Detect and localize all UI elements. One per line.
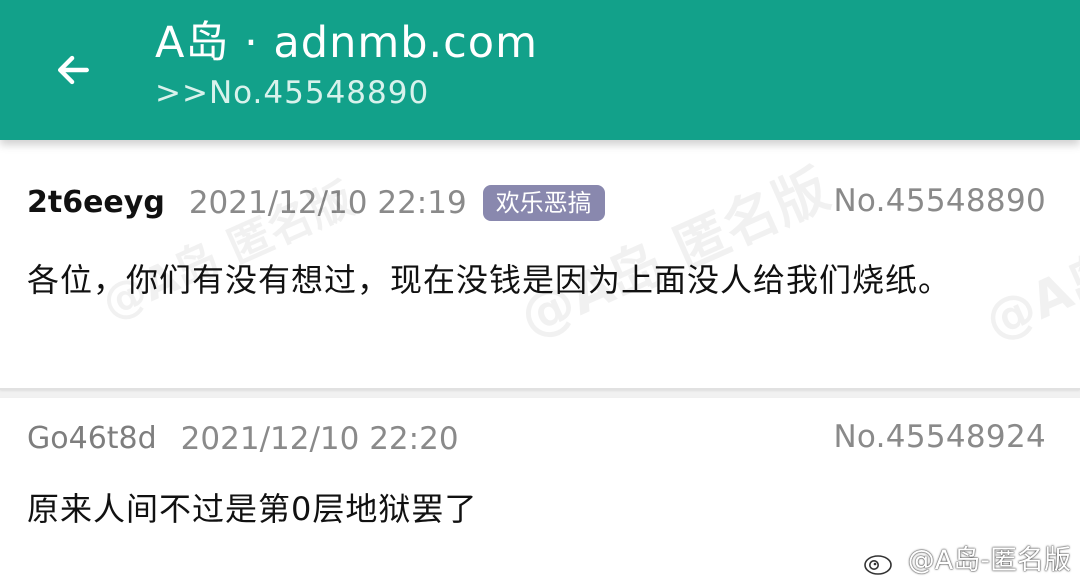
reply-poster-id: Go46t8d [27,421,157,456]
top-app-bar: A岛 · adnmb.com >>No.45548890 [0,0,1080,140]
post-meta: 2t6eeyg 2021/12/10 22:19 欢乐恶搞 No.4554889… [27,183,1046,223]
poster-id: 2t6eeyg [27,185,165,220]
post-time: 2021/12/10 22:19 [188,185,467,221]
back-arrow-icon [57,55,89,85]
corner-watermark-text: @A岛-匿名版 [907,545,1071,576]
back-button[interactable] [28,28,118,112]
post-content: 各位，你们有没有想过，现在没钱是因为上面没人给我们烧纸。 [27,261,952,299]
thread-list[interactable]: 2t6eeyg 2021/12/10 22:19 欢乐恶搞 No.4554889… [0,140,1080,585]
page-title: A岛 · adnmb.com [155,18,539,68]
reply-meta: Go46t8d 2021/12/10 22:20 No.45548924 [27,419,1046,459]
thread-subtitle: >>No.45548890 [155,75,430,111]
reply-content: 原来人间不过是第0层地狱罢了 [27,490,478,528]
post-card[interactable]: 2t6eeyg 2021/12/10 22:19 欢乐恶搞 No.4554889… [0,140,1080,390]
weibo-icon [863,548,902,575]
category-tag[interactable]: 欢乐恶搞 [482,185,605,221]
post-number: No.45548890 [833,183,1046,219]
reply-number: No.45548924 [833,419,1046,455]
reply-time: 2021/12/10 22:20 [180,421,459,457]
corner-watermark: @A岛-匿名版 [860,545,1071,577]
app-window: A岛 · adnmb.com >>No.45548890 2t6eeyg 202… [0,0,1080,585]
